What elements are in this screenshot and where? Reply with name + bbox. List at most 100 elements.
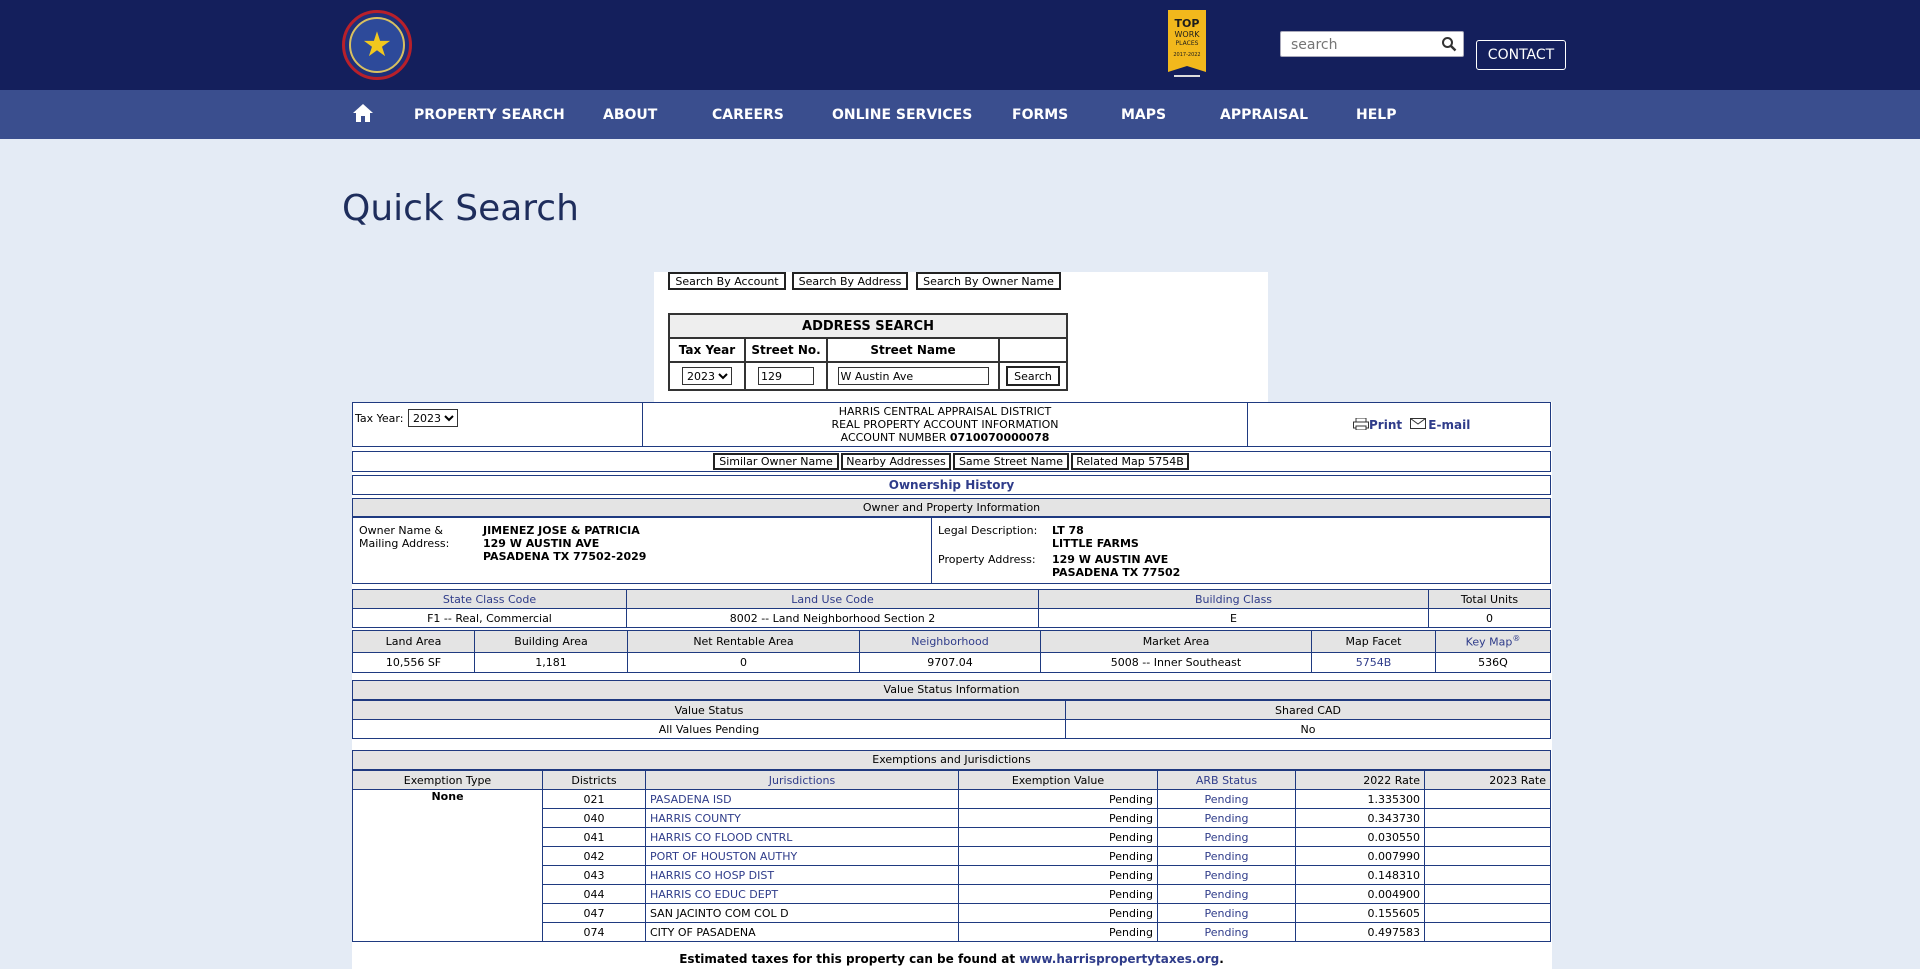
- owner-label-1: Owner Name &: [359, 524, 443, 537]
- rate-2023: [1424, 789, 1551, 809]
- jurisdiction-name[interactable]: HARRIS COUNTY: [645, 808, 959, 828]
- nav-help[interactable]: HELP: [1356, 90, 1396, 139]
- arb-status-link[interactable]: Pending: [1157, 865, 1296, 885]
- map-facet-header: Map Facet: [1311, 630, 1436, 653]
- same-street-button[interactable]: Same Street Name: [953, 453, 1069, 470]
- arb-status-link[interactable]: Pending: [1157, 789, 1296, 809]
- arb-status-link[interactable]: Pending: [1157, 903, 1296, 923]
- exemption-type-header: Exemption Type: [352, 770, 543, 790]
- building-area-header: Building Area: [474, 630, 628, 653]
- arb-status-link[interactable]: Pending: [1157, 827, 1296, 847]
- jurisdictions-header[interactable]: Jurisdictions: [645, 770, 959, 790]
- land-use-header[interactable]: Land Use Code: [626, 589, 1039, 609]
- key-map-header[interactable]: Key Map®: [1435, 630, 1551, 653]
- nav-careers[interactable]: CAREERS: [712, 90, 784, 139]
- districts-header: Districts: [542, 770, 646, 790]
- nav-online-services[interactable]: ONLINE SERVICES: [832, 90, 972, 139]
- neighborhood-value: 9707.04: [859, 652, 1041, 673]
- rate-2023: [1424, 827, 1551, 847]
- property-codes-table: State Class Code Land Use Code Building …: [352, 589, 1551, 628]
- search-input[interactable]: [1289, 33, 1443, 57]
- exemption-value: Pending: [958, 922, 1158, 942]
- property-address-label: Property Address:: [938, 553, 1036, 566]
- arb-status-link[interactable]: Pending: [1157, 808, 1296, 828]
- shared-cad-value: No: [1065, 719, 1551, 739]
- street-name-input[interactable]: [837, 367, 989, 385]
- rate-2022: 0.343730: [1295, 808, 1425, 828]
- arb-status-link[interactable]: Pending: [1157, 884, 1296, 904]
- property-taxes-link[interactable]: www.harrispropertytaxes.org: [1019, 952, 1219, 966]
- arb-status-header[interactable]: ARB Status: [1157, 770, 1296, 790]
- land-area-header: Land Area: [352, 630, 475, 653]
- jurisdiction-name[interactable]: HARRIS CO EDUC DEPT: [645, 884, 959, 904]
- nav-maps[interactable]: MAPS: [1121, 90, 1166, 139]
- search-by-address-button[interactable]: Search By Address: [792, 272, 908, 290]
- rate-2023: [1424, 846, 1551, 866]
- building-class-header[interactable]: Building Class: [1038, 589, 1429, 609]
- jurisdiction-name[interactable]: HARRIS CO HOSP DIST: [645, 865, 959, 885]
- jurisdiction-name[interactable]: HARRIS CO FLOOD CNTRL: [645, 827, 959, 847]
- nav-forms[interactable]: FORMS: [1012, 90, 1068, 139]
- street-no-header: Street No.: [744, 337, 828, 363]
- svg-text:2017-2022: 2017-2022: [1173, 52, 1200, 58]
- owner-section-header: Owner and Property Information: [352, 498, 1551, 517]
- exemptions-section: Exemptions and Jurisdictions: [352, 750, 1551, 770]
- exemption-value: Pending: [958, 789, 1158, 809]
- address-search-button[interactable]: Search: [1006, 366, 1060, 386]
- ownership-history-bar: Ownership History: [352, 475, 1551, 495]
- tax-year-header: Tax Year: [668, 337, 746, 363]
- account-header: Tax Year: 2023 HARRIS CENTRAL APPRAISAL …: [352, 402, 1551, 447]
- map-facet-link[interactable]: 5754B: [1311, 652, 1436, 673]
- exemption-value: Pending: [958, 827, 1158, 847]
- arb-status-link[interactable]: Pending: [1157, 846, 1296, 866]
- nav-property-search[interactable]: PROPERTY SEARCH: [414, 90, 565, 139]
- nearby-addresses-button[interactable]: Nearby Addresses: [841, 453, 951, 470]
- jurisdiction-name: CITY OF PASADENA: [645, 922, 959, 942]
- exemption-type-value: None: [352, 789, 543, 942]
- district-code: 043: [542, 865, 646, 885]
- site-search: [1280, 31, 1464, 57]
- key-map-value: 536Q: [1435, 652, 1551, 673]
- account-title: HARRIS CENTRAL APPRAISAL DISTRICT REAL P…: [643, 403, 1248, 446]
- street-no-input[interactable]: [758, 367, 814, 385]
- exemption-value: Pending: [958, 846, 1158, 866]
- street-name-header: Street Name: [826, 337, 1000, 363]
- land-area-value: 10,556 SF: [352, 652, 475, 673]
- search-by-account-button[interactable]: Search By Account: [668, 272, 786, 290]
- neighborhood-header[interactable]: Neighborhood: [859, 630, 1041, 653]
- email-link[interactable]: E-mail: [1428, 418, 1470, 432]
- state-class-header[interactable]: State Class Code: [352, 589, 627, 609]
- jurisdiction-name: SAN JACINTO COM COL D: [645, 903, 959, 923]
- search-icon[interactable]: [1441, 36, 1457, 52]
- home-icon[interactable]: [352, 102, 374, 124]
- jurisdiction-name[interactable]: PORT OF HOUSTON AUTHY: [645, 846, 959, 866]
- value-status-section: Value Status Information: [352, 680, 1551, 700]
- result-tax-year-select[interactable]: 2023: [408, 409, 458, 427]
- district-code: 042: [542, 846, 646, 866]
- account-info-title: REAL PROPERTY ACCOUNT INFORMATION: [831, 418, 1059, 431]
- page-title: Quick Search: [342, 188, 579, 229]
- hcad-logo[interactable]: ★: [342, 10, 412, 80]
- value-status-value: All Values Pending: [352, 719, 1066, 739]
- nav-appraisal[interactable]: APPRAISAL: [1220, 90, 1308, 139]
- contact-button[interactable]: CONTACT: [1476, 40, 1566, 70]
- nav-about[interactable]: ABOUT: [603, 90, 657, 139]
- exemption-value: Pending: [958, 865, 1158, 885]
- rate-2022: 0.148310: [1295, 865, 1425, 885]
- district-code: 044: [542, 884, 646, 904]
- jurisdiction-name[interactable]: PASADENA ISD: [645, 789, 959, 809]
- print-link[interactable]: Print: [1369, 418, 1402, 432]
- top-workplaces-badge: TOP WORK PLACES 2017-2022: [1168, 10, 1206, 77]
- ownership-history-link[interactable]: Ownership History: [889, 478, 1014, 492]
- results-frame: Tax Year: 2023 HARRIS CENTRAL APPRAISAL …: [352, 402, 1552, 969]
- related-map-button[interactable]: Related Map 5754B: [1071, 453, 1189, 470]
- property-areas-table: Land Area Building Area Net Rentable Are…: [352, 630, 1551, 673]
- similar-owner-button[interactable]: Similar Owner Name: [713, 453, 839, 470]
- top-header: ★ TOP WORK PLACES 2017-2022 CONTACT: [0, 0, 1920, 90]
- market-area-header: Market Area: [1040, 630, 1312, 653]
- search-by-owner-button[interactable]: Search By Owner Name: [916, 272, 1061, 290]
- property-address-line2: PASADENA TX 77502: [1052, 566, 1181, 579]
- arb-status-link[interactable]: Pending: [1157, 922, 1296, 942]
- owner-label-2: Mailing Address:: [359, 537, 450, 550]
- tax-year-select[interactable]: 2023: [682, 367, 732, 385]
